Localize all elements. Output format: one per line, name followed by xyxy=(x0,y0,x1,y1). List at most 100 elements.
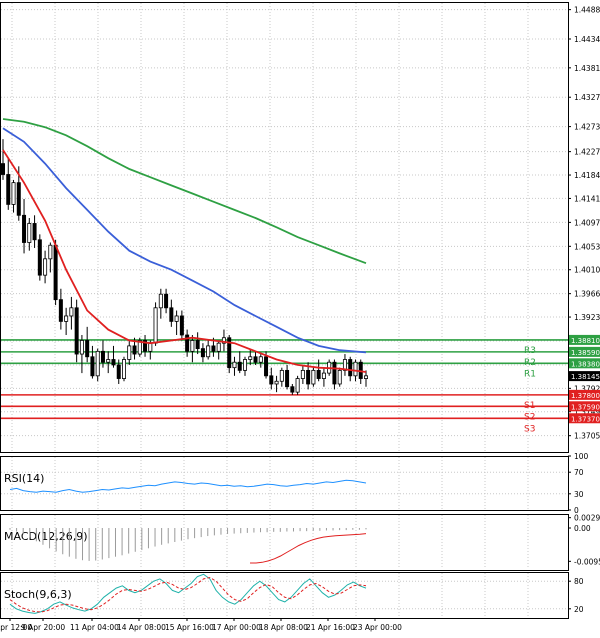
candle-bull xyxy=(174,315,179,322)
price-tick-label: 1.42270 xyxy=(574,148,600,157)
time-tick-label: 9 Apr 20:00 xyxy=(21,623,65,632)
pivot-level-label: R1 xyxy=(524,369,536,379)
candle-bear xyxy=(132,345,137,355)
pivot-value-text: 1.38810 xyxy=(571,337,600,345)
candle-bull xyxy=(69,307,74,317)
pivot-level-label: R3 xyxy=(524,346,536,356)
price-tick-label: 1.42730 xyxy=(574,123,600,132)
candle-bull xyxy=(122,359,127,379)
candle-bear xyxy=(290,386,295,393)
indicator-label: MACD(12,26,9) xyxy=(4,530,88,543)
pivot-value-text: 1.37800 xyxy=(571,392,600,400)
candle-bull xyxy=(337,369,342,385)
pivot-value-text: 1.38590 xyxy=(571,349,600,357)
candle-bear xyxy=(116,364,121,379)
candle-bear xyxy=(32,223,37,241)
candle-bear xyxy=(237,361,242,371)
candle-bull xyxy=(106,359,111,363)
indicator-label: RSI(14) xyxy=(4,472,44,485)
price-tick-label: 1.40530 xyxy=(574,242,600,251)
candle-bull xyxy=(95,350,100,377)
candle-bull xyxy=(190,340,195,352)
indicator-tick-label: 20 xyxy=(574,605,584,614)
candle-bear xyxy=(100,350,105,363)
price-tick-label: 1.43810 xyxy=(574,64,600,73)
candle-bear xyxy=(306,369,311,385)
chart-svg: 1.44880 1.44340 1.43810 1.43270 1.42730 1.422… xyxy=(0,0,600,634)
candle-bear xyxy=(211,345,216,352)
price-tick-label: 1.44880 xyxy=(574,6,600,15)
price-tick-label: 1.44340 xyxy=(574,35,600,44)
candle-bear xyxy=(348,359,353,377)
indicator-tick-label: 0.00 xyxy=(574,524,591,533)
candle-bear xyxy=(316,369,321,379)
time-tick-label: 18 Apr 08:00 xyxy=(259,623,308,632)
candle-bear xyxy=(0,163,6,175)
candle-bull xyxy=(295,378,300,393)
candle-bear xyxy=(90,356,95,377)
candle-bear xyxy=(164,293,169,309)
candle-bull xyxy=(321,372,326,379)
time-tick-label: 21 Apr 16:00 xyxy=(306,623,355,632)
pivot-level-label: S2 xyxy=(524,412,535,422)
indicator-tick-label: 0.002952 xyxy=(574,514,600,523)
indicator-tick-label: 70 xyxy=(574,468,584,477)
time-tick-label: 11 Apr 04:00 xyxy=(70,623,119,632)
price-tick-label: 1.39660 xyxy=(574,290,600,299)
price-tick-label: 1.41840 xyxy=(574,171,600,180)
forex-chart: 1.44880 1.44340 1.43810 1.43270 1.42730 1.422… xyxy=(0,0,600,634)
price-tick-label: 1.40100 xyxy=(574,266,600,275)
candle-bull xyxy=(64,315,69,322)
candle-bull xyxy=(11,182,16,205)
candle-bear xyxy=(253,356,258,363)
candle-bull xyxy=(79,340,84,355)
candle-bear xyxy=(200,348,205,358)
pivot-level-label: S3 xyxy=(524,424,535,434)
candle-bear xyxy=(37,239,42,276)
candle-bull xyxy=(148,342,153,352)
candle-bear xyxy=(6,174,11,205)
indicator-tick-label: -0.00952 xyxy=(574,557,600,566)
candle-bull xyxy=(279,369,284,382)
candle-bear xyxy=(179,315,184,336)
time-tick-label: 23 Apr 00:00 xyxy=(353,623,402,632)
candle-bull xyxy=(27,223,32,243)
candle-bull xyxy=(274,380,279,385)
candle-bull xyxy=(232,361,237,369)
candle-bull xyxy=(353,361,358,377)
candle-bull xyxy=(153,307,158,344)
candle-bull xyxy=(311,369,316,385)
candle-bear xyxy=(332,361,337,385)
candle-bear xyxy=(74,307,79,355)
candle-bear xyxy=(16,182,21,216)
indicator-label: Stoch(9,6,3) xyxy=(4,588,72,601)
time-tick-label: 15 Apr 16:00 xyxy=(165,623,214,632)
candle-bull xyxy=(300,369,305,379)
indicator-tick-label: 30 xyxy=(574,490,584,499)
pivot-value-text: 1.37590 xyxy=(571,403,600,411)
candle-bull xyxy=(216,342,221,352)
pivot-value-text: 1.37370 xyxy=(571,415,600,423)
price-tick-label: 1.43270 xyxy=(574,93,600,102)
price-tick-label: 1.41410 xyxy=(574,194,600,203)
candle-bull xyxy=(363,375,368,379)
candle-bull xyxy=(48,244,53,260)
price-tick-label: 1.40970 xyxy=(574,218,600,227)
current-price-text: 1.38145 xyxy=(571,373,600,381)
indicator-tick-label: 80 xyxy=(574,577,584,586)
candle-bear xyxy=(269,375,274,385)
candle-bull xyxy=(248,356,253,360)
candle-bull xyxy=(127,345,132,360)
candle-bull xyxy=(43,258,48,276)
candle-bear xyxy=(22,214,27,243)
candle-bear xyxy=(53,244,58,301)
background xyxy=(0,0,600,634)
candle-bull xyxy=(206,345,211,358)
candle-bear xyxy=(285,369,290,388)
time-tick-label: 17 Apr 00:00 xyxy=(212,623,261,632)
indicator-tick-label: 100 xyxy=(574,452,589,461)
candle-bear xyxy=(58,299,63,322)
candle-bull xyxy=(242,359,247,371)
price-tick-label: 1.37050 xyxy=(574,432,600,441)
candle-bear xyxy=(195,340,200,350)
